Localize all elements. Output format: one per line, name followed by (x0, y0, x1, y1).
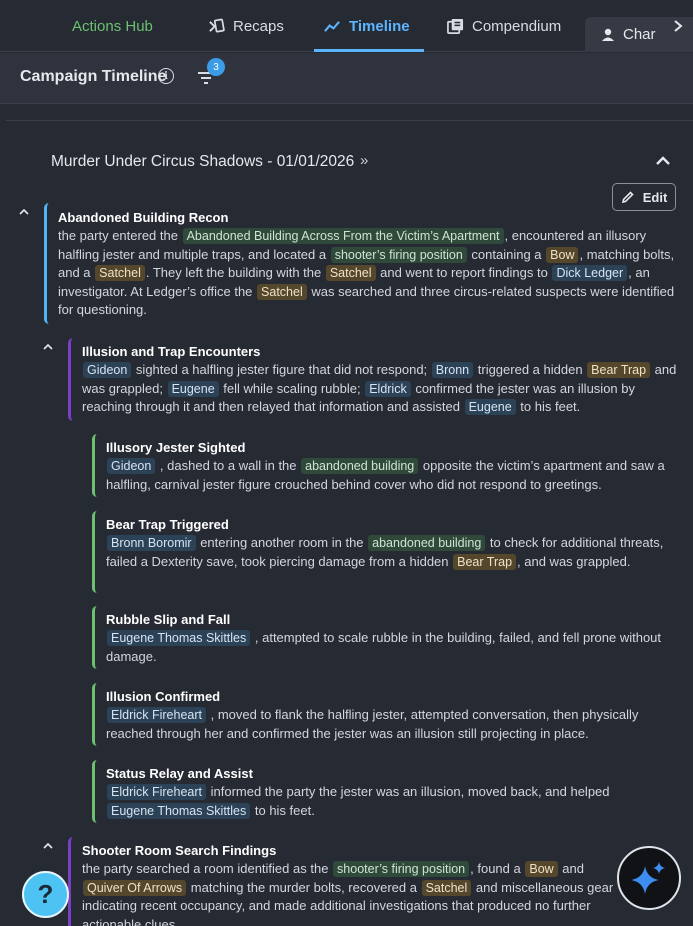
collapse-chevron-icon[interactable] (42, 841, 54, 851)
character-chip[interactable]: Eldrick Fireheart (107, 784, 206, 800)
event-body: Eldrick Fireheart informed the party the… (106, 783, 682, 820)
event-body: Bronn Boromir entering another room in t… (106, 535, 664, 570)
character-chip[interactable]: Eugene (167, 380, 219, 397)
session-title[interactable]: Murder Under Circus Shadows - 01/01/2026 (51, 153, 354, 171)
item-chip[interactable]: Bear Trap (453, 553, 517, 570)
timeline-event[interactable]: Abandoned Building Recon the party enter… (44, 203, 682, 324)
character-chip[interactable]: Bronn (431, 362, 474, 378)
timeline-event[interactable]: Illusion and Trap Encounters Gideon sigh… (68, 338, 682, 421)
character-chip[interactable]: Gideon (107, 458, 156, 474)
nav-tab-timeline[interactable]: Timeline (314, 0, 424, 52)
nav-tab-characters-label: Char (623, 26, 656, 43)
event-title: Illusory Jester Sighted (106, 440, 246, 455)
collapse-chevron-icon[interactable] (18, 207, 30, 217)
page-header: Campaign Timeline i (0, 53, 693, 104)
ai-assistant-button[interactable] (617, 846, 681, 910)
nav-actions-hub[interactable]: Actions Hub (72, 0, 153, 52)
collapse-chevron-icon[interactable] (42, 342, 54, 352)
info-icon[interactable]: i (158, 68, 174, 84)
location-chip[interactable]: Abandoned Building Across From the Victi… (182, 228, 504, 244)
event-title: Illusion and Trap Encounters (82, 344, 261, 359)
timeline-event[interactable]: Bear Trap Triggered Bronn Boromir enteri… (92, 511, 682, 593)
chevron-up-icon[interactable] (654, 154, 672, 168)
timeline-event[interactable]: Rubble Slip and Fall Eugene Thomas Skitt… (92, 606, 682, 669)
nav-tab-recaps[interactable]: Recaps (208, 0, 284, 52)
event-title: Illusion Confirmed (106, 689, 221, 704)
event-body: Eldrick Fireheart , moved to flank the h… (106, 707, 639, 741)
double-chevron-right-icon[interactable]: » (360, 152, 368, 169)
item-chip[interactable]: Satchel (95, 265, 145, 281)
location-chip[interactable]: abandoned building (368, 535, 486, 551)
nav-tab-compendium-label: Compendium (472, 17, 562, 35)
timeline-event[interactable]: Shooter Room Search Findings the party s… (68, 837, 633, 926)
character-chip[interactable]: Eldrick (365, 380, 411, 397)
event-title: Rubble Slip and Fall (106, 612, 231, 627)
timeline-event[interactable]: Illusory Jester Sighted Gideon , dashed … (92, 434, 682, 497)
character-chip[interactable]: Eldrick Fireheart (107, 707, 206, 723)
character-chip[interactable]: Bronn Boromir (107, 535, 196, 551)
nav-tab-compendium[interactable]: Compendium (447, 0, 561, 52)
top-nav: Actions Hub Recaps Timeline Compendium C… (0, 0, 693, 52)
character-chip[interactable]: Gideon (83, 362, 132, 378)
item-chip[interactable]: Satchel (421, 879, 472, 896)
event-title: Abandoned Building Recon (58, 210, 229, 225)
person-icon (602, 28, 614, 41)
event-body: Eugene Thomas Skittles , attempted to sc… (106, 630, 662, 664)
character-chip[interactable]: Eugene Thomas Skittles (107, 630, 251, 646)
chevron-right-icon[interactable] (666, 14, 690, 38)
event-body: the party entered the Abandoned Building… (58, 228, 675, 317)
character-chip[interactable]: Eugene Thomas Skittles (107, 802, 251, 819)
nav-tab-recaps-label: Recaps (233, 17, 284, 35)
divider (6, 120, 693, 121)
timeline-event[interactable]: Illusion Confirmed Eldrick Fireheart , m… (92, 683, 682, 746)
character-chip[interactable]: Dick Ledger (552, 265, 628, 281)
recaps-icon (209, 18, 225, 32)
help-button[interactable]: ? (22, 871, 69, 918)
compendium-icon (447, 18, 464, 34)
timeline-event[interactable]: Status Relay and Assist Eldrick Firehear… (92, 760, 682, 823)
item-chip[interactable]: Quiver Of Arrows (83, 879, 187, 896)
event-body: Gideon , dashed to a wall in the abandon… (106, 458, 665, 492)
item-chip[interactable]: Bear Trap (587, 362, 651, 378)
timeline-icon (324, 20, 340, 32)
item-chip[interactable]: Bow (525, 861, 558, 877)
pencil-icon (621, 191, 634, 204)
event-title: Shooter Room Search Findings (82, 843, 277, 858)
location-chip[interactable]: shooter’s firing position (333, 861, 470, 877)
event-body: the party searched a room identified as … (82, 861, 614, 926)
item-chip[interactable]: Satchel (325, 265, 376, 281)
item-chip[interactable]: Satchel (257, 283, 307, 300)
page-title: Campaign Timeline (20, 68, 167, 85)
character-chip[interactable]: Eugene (464, 399, 516, 415)
location-chip[interactable]: shooter’s firing position (330, 246, 467, 263)
item-chip[interactable]: Bow (546, 246, 579, 263)
event-title: Bear Trap Triggered (106, 517, 229, 532)
event-title: Status Relay and Assist (106, 766, 253, 781)
nav-actions-hub-label: Actions Hub (72, 17, 153, 35)
sparkle-icon (631, 862, 665, 894)
event-body: Gideon sighted a halfling jester figure … (82, 362, 677, 415)
location-chip[interactable]: abandoned building (301, 458, 419, 474)
nav-tab-timeline-label: Timeline (349, 17, 410, 35)
filter-count-badge: 3 (207, 58, 225, 76)
